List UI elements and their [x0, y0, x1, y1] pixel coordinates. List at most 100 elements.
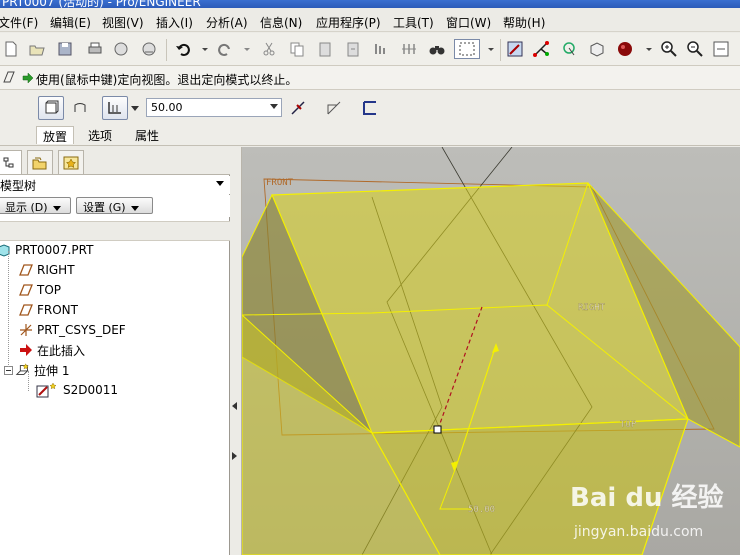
- show-button-label: 显示 (D): [5, 201, 48, 214]
- window-title-bar: PRT0007 (活动的) - Pro/ENGINEER: [0, 0, 740, 8]
- open-folder-icon[interactable]: [28, 40, 46, 58]
- model-tree-tab-icon[interactable]: [0, 150, 22, 174]
- save-icon[interactable]: [56, 40, 74, 58]
- tree-item-insert-here[interactable]: 在此插入: [18, 341, 85, 359]
- datum-axis-icon[interactable]: [532, 40, 550, 58]
- navigator-panel: 模型树 显示 (D) 设置 (G) PRT0007.PRT RIGHT TOP …: [0, 147, 230, 555]
- front-plane-label: FRONT: [266, 178, 294, 188]
- expand-right-arrow-icon[interactable]: [232, 452, 237, 460]
- paste-icon[interactable]: [316, 40, 334, 58]
- menu-applications[interactable]: 应用程序(P): [316, 14, 381, 31]
- redo-dropdown-icon[interactable]: [238, 40, 256, 58]
- insert-here-arrow-icon: [18, 342, 34, 358]
- regen-manager-icon[interactable]: [400, 40, 418, 58]
- regenerate-icon[interactable]: [372, 40, 390, 58]
- refit-icon[interactable]: [712, 40, 730, 58]
- menu-window[interactable]: 窗口(W): [446, 14, 491, 31]
- redo-icon[interactable]: [216, 40, 234, 58]
- show-dropdown-icon: [52, 205, 61, 211]
- message-text: 使用(鼠标中键)定向视图。退出定向模式以终止。: [36, 73, 298, 87]
- datum-plane-icon: [18, 302, 34, 318]
- selection-dropdown-icon[interactable]: [482, 40, 500, 58]
- menu-analysis[interactable]: 分析(A): [206, 14, 248, 31]
- print-icon[interactable]: [86, 40, 104, 58]
- appearance-sphere-icon[interactable]: [616, 40, 634, 58]
- email-link-icon[interactable]: [140, 40, 158, 58]
- depth-blind-button[interactable]: [102, 96, 128, 120]
- datum-plane-icon: [18, 262, 34, 278]
- favorites-tab-icon[interactable]: [58, 150, 84, 174]
- graphics-window[interactable]: FRONT RIGHT TOP 50.00: [242, 147, 740, 555]
- new-file-icon[interactable]: [2, 40, 20, 58]
- model-tree-header[interactable]: 模型树: [0, 176, 230, 194]
- menu-file[interactable]: 文件(F): [0, 14, 38, 31]
- model-tree-buttons: 显示 (D) 设置 (G): [0, 195, 230, 217]
- tree-item-part[interactable]: PRT0007.PRT: [0, 241, 93, 259]
- model-view-svg: FRONT RIGHT TOP 50.00: [242, 147, 740, 555]
- depth-value-input[interactable]: 50.00: [146, 98, 282, 117]
- find-binoculars-icon[interactable]: [428, 40, 446, 58]
- menu-insert[interactable]: 插入(I): [156, 14, 193, 31]
- folder-browser-tab-icon[interactable]: [27, 150, 53, 174]
- tree-item-sketch[interactable]: S2D0011: [36, 381, 118, 399]
- tree-item-right[interactable]: RIGHT: [18, 261, 75, 279]
- settings-dropdown-icon: [130, 205, 139, 211]
- datum-csys-icon[interactable]: [560, 40, 578, 58]
- paste-special-icon[interactable]: [344, 40, 362, 58]
- menu-tools[interactable]: 工具(T): [393, 14, 434, 31]
- depth-dimension-label: 50.00: [468, 505, 495, 515]
- tree-connector-lines: [28, 371, 29, 391]
- email-send-icon[interactable]: [112, 40, 130, 58]
- main-toolbar: [0, 33, 740, 66]
- tree-item-label: TOP: [37, 283, 62, 297]
- model-tree-title: 模型树: [0, 179, 37, 193]
- panel-splitter[interactable]: [230, 147, 242, 555]
- thicken-sketch-icon[interactable]: [358, 96, 382, 120]
- remove-material-icon[interactable]: [322, 96, 346, 120]
- tab-options[interactable]: 选项: [82, 126, 118, 144]
- show-button[interactable]: 显示 (D): [0, 197, 71, 214]
- copy-icon[interactable]: [288, 40, 306, 58]
- zoom-in-icon[interactable]: [660, 40, 678, 58]
- depth-value-dropdown-icon[interactable]: [270, 104, 278, 109]
- menu-info[interactable]: 信息(N): [260, 14, 302, 31]
- depth-option-dropdown-icon[interactable]: [131, 106, 139, 111]
- zoom-out-icon[interactable]: [686, 40, 704, 58]
- selection-box-icon[interactable]: [454, 39, 480, 59]
- model-tree-column-strip: [0, 221, 230, 241]
- navigator-tabs: [0, 147, 230, 175]
- sketch-tool-icon[interactable]: [506, 40, 524, 58]
- undo-icon[interactable]: [174, 40, 192, 58]
- tab-placement[interactable]: 放置: [36, 126, 75, 144]
- flip-direction-icon[interactable]: [286, 96, 310, 120]
- model-tree-menu-dropdown-icon[interactable]: [216, 181, 224, 186]
- undo-dropdown-icon[interactable]: [196, 40, 214, 58]
- tab-properties[interactable]: 属性: [129, 126, 165, 144]
- settings-button[interactable]: 设置 (G): [76, 197, 153, 214]
- tree-item-csys[interactable]: PRT_CSYS_DEF: [18, 321, 126, 339]
- toolbar-separator: [500, 39, 501, 61]
- depth-value-text: 50.00: [151, 101, 183, 114]
- menu-edit[interactable]: 编辑(E): [50, 14, 91, 31]
- cut-icon[interactable]: [260, 40, 278, 58]
- appearance-dropdown-icon[interactable]: [640, 40, 658, 58]
- tree-item-top[interactable]: TOP: [18, 281, 61, 299]
- plane-glyph-icon: [2, 70, 16, 87]
- menu-bar: 文件(F) 编辑(E) 视图(V) 插入(I) 分析(A) 信息(N) 应用程序…: [0, 10, 740, 32]
- menu-help[interactable]: 帮助(H): [503, 14, 545, 31]
- extrude-solid-button[interactable]: [38, 96, 64, 120]
- extrude-dashboard: 50.00 放置 选项 属性: [0, 90, 740, 146]
- part-icon: [0, 242, 12, 258]
- tree-item-front[interactable]: FRONT: [18, 301, 78, 319]
- datum-plane-icon: [18, 282, 34, 298]
- csys-icon: [18, 322, 34, 338]
- extrude-surface-button[interactable]: [68, 96, 92, 120]
- view-manager-icon[interactable]: [588, 40, 606, 58]
- message-area: 使用(鼠标中键)定向视图。退出定向模式以终止。: [0, 66, 740, 90]
- window-title: PRT0007 (活动的) - Pro/ENGINEER: [2, 0, 201, 8]
- tree-item-label: PRT_CSYS_DEF: [37, 323, 126, 337]
- menu-view[interactable]: 视图(V): [102, 14, 144, 31]
- tree-item-extrude[interactable]: 拉伸 1: [2, 361, 69, 379]
- drag-handle-square: [433, 425, 442, 434]
- collapse-left-arrow-icon[interactable]: [232, 402, 237, 410]
